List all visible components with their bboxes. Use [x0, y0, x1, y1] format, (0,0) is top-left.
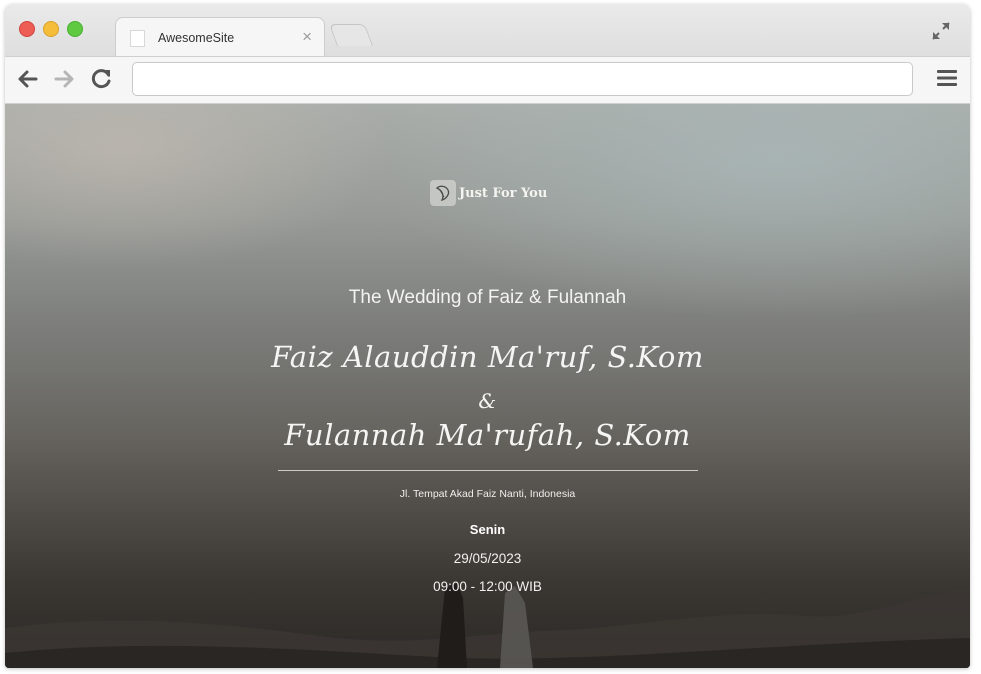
close-icon[interactable]: × — [302, 27, 312, 47]
event-date: 29/05/2023 — [453, 551, 522, 566]
event-day: Senin — [469, 522, 506, 537]
venue-address: Jl. Tempat Akad Faiz Nanti, Indonesia — [399, 488, 576, 500]
menu-icon[interactable] — [936, 68, 958, 88]
ampersand: & — [478, 389, 497, 413]
site-logo: Just For You — [430, 180, 547, 206]
maximize-window-button[interactable] — [67, 21, 83, 37]
browser-window: AwesomeSite × Just For You The Wedding o… — [5, 4, 970, 668]
wedding-heading: The Wedding of Faiz & Fulannah — [348, 287, 627, 308]
address-bar[interactable] — [132, 62, 913, 96]
back-arrow-icon[interactable] — [15, 66, 41, 92]
bride-name: Fulannah Ma'rufah, S.Kom — [284, 418, 691, 452]
logo-text: Just For You — [459, 185, 548, 201]
forward-arrow-icon[interactable] — [51, 66, 77, 92]
close-window-button[interactable] — [19, 21, 35, 37]
minimize-window-button[interactable] — [43, 21, 59, 37]
divider — [278, 470, 698, 471]
expand-icon[interactable] — [930, 20, 952, 42]
new-tab-button[interactable] — [328, 24, 374, 46]
page-favicon-icon — [130, 30, 145, 47]
event-time: 09:00 - 12:00 WIB — [433, 579, 542, 594]
tab-title: AwesomeSite — [158, 31, 235, 45]
landscape-background — [5, 583, 970, 668]
tab-bar: AwesomeSite × — [5, 4, 970, 56]
reload-icon[interactable] — [89, 66, 115, 92]
page-content: Just For You The Wedding of Faiz & Fulan… — [5, 104, 970, 668]
heart-leaf-icon — [430, 180, 456, 206]
tab-awesomesite[interactable]: AwesomeSite × — [115, 17, 325, 56]
browser-toolbar — [5, 56, 970, 104]
groom-name: Faiz Alauddin Ma'ruf, S.Kom — [271, 340, 704, 374]
